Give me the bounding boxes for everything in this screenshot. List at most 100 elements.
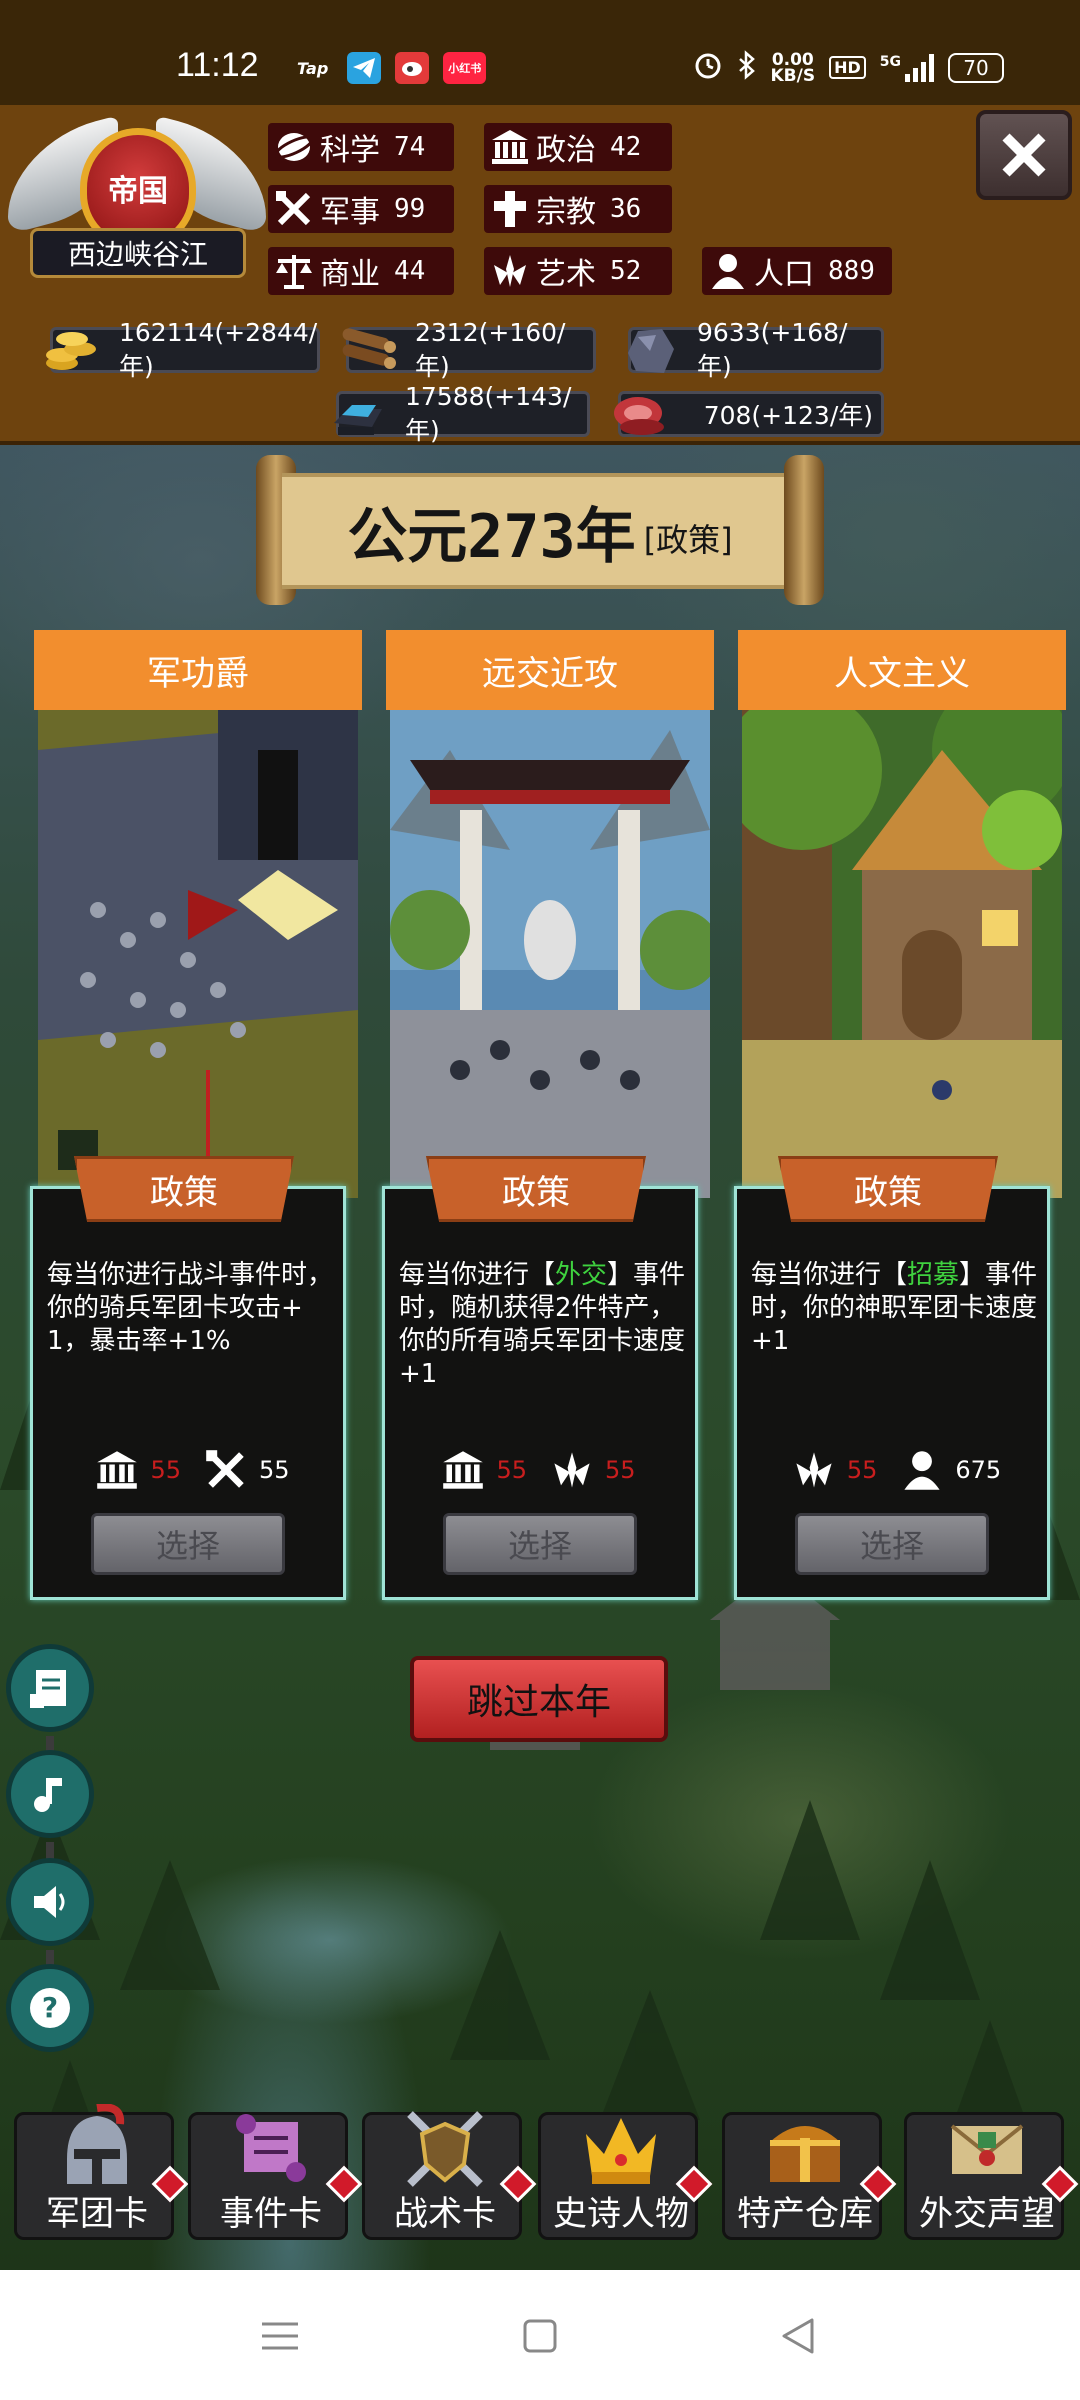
bottom-tab-bar: 军团卡 事件卡 战术卡 史诗人物 特产仓库 外交声望 [0, 2100, 1080, 2270]
card-title: 远交近攻 [386, 630, 714, 728]
stat-label: 宗教 [536, 195, 596, 230]
stat-religion: 宗教 36 [484, 185, 672, 233]
select-button[interactable]: 选择 [443, 1513, 637, 1575]
scroll-icon [221, 2101, 321, 2197]
home-nav-button[interactable] [518, 2314, 562, 2358]
system-status-bar: 11:12 Tap 小红书 0.00 KB/S HD 5G 70 [0, 0, 1080, 105]
envelope-icon [937, 2101, 1037, 2197]
select-button[interactable]: 选择 [795, 1513, 989, 1575]
menu-nav-button[interactable] [258, 2314, 302, 2358]
tab-epic-heroes[interactable]: 史诗人物 [538, 2112, 713, 2240]
resource-stone: 9633(+168/年) [628, 318, 884, 381]
battery-indicator: 70 [948, 52, 1004, 83]
tab-diplomatic-prestige[interactable]: 外交声望 [904, 2112, 1079, 2240]
xiaohongshu-icon: 小红书 [443, 52, 487, 84]
politics-icon [484, 123, 536, 171]
stat-value: 52 [610, 256, 642, 286]
resource-value: 708(+123/年) [703, 401, 873, 430]
stat-population: 人口 889 [702, 247, 892, 295]
stat-label: 政治 [536, 133, 596, 168]
art-icon [789, 1445, 839, 1495]
stat-value: 36 [610, 194, 642, 224]
signal-label: 5G [879, 53, 901, 70]
help-button[interactable]: ? [6, 1964, 94, 2052]
resource-value: 2312(+160/年) [415, 317, 566, 381]
science-icon [268, 123, 320, 171]
treasure-chest-icon [755, 2101, 855, 2197]
shield-swords-icon [395, 2101, 495, 2197]
scroll-paper: 公元273年 [政策] [282, 473, 798, 589]
hd-badge: HD [829, 56, 866, 79]
select-button[interactable]: 选择 [91, 1513, 285, 1575]
meat-icon [605, 382, 675, 448]
close-button[interactable] [976, 110, 1072, 200]
resource-value: 162114(+2844/年) [119, 317, 318, 381]
menu-icon [262, 2322, 298, 2350]
stat-label: 商业 [320, 257, 380, 292]
policy-tag: 政策 [74, 1156, 294, 1222]
population-icon [897, 1445, 947, 1495]
log-book-icon [30, 1670, 66, 1708]
music-button[interactable] [6, 1750, 94, 1838]
policy-costs: 55 55 [385, 1445, 701, 1495]
tab-event-cards[interactable]: 事件卡 [188, 2112, 363, 2240]
stat-politics: 政治 42 [484, 123, 672, 171]
stone-ore-icon [615, 318, 685, 384]
card-art-battle [38, 710, 358, 1198]
help-question-icon: ? [30, 1988, 70, 2028]
desc-highlight: 外交 [555, 1260, 608, 1290]
stat-science: 科学 74 [268, 123, 454, 171]
status-right-group: 0.00 KB/S HD 5G 70 [693, 50, 1004, 86]
back-triangle-icon [782, 2318, 814, 2354]
cost-value: 675 [955, 1456, 1002, 1484]
resource-gold: 162114(+2844/年) [46, 318, 320, 381]
clock: 11:12 [176, 46, 259, 84]
cell-signal-icon: 5G [879, 53, 934, 82]
card-art-gate [390, 710, 710, 1198]
art-icon [547, 1445, 597, 1495]
policy-description-box: 每当你进行【招募】事件时，你的神职军团卡速度+1 55 675 选择 [734, 1186, 1050, 1600]
wood-logs-icon [333, 318, 403, 384]
system-navigation-bar [0, 2270, 1080, 2400]
stat-label: 艺术 [536, 257, 596, 292]
resource-value: 17588(+143/年) [405, 381, 572, 445]
helmet-icon [47, 2101, 147, 2197]
empire-emblem[interactable]: 帝国 西边峡谷江 [8, 110, 266, 310]
back-nav-button[interactable] [776, 2314, 820, 2358]
skip-year-button[interactable]: 跳过本年 [410, 1656, 668, 1742]
policy-description: 每当你进行战斗事件时，你的骑兵军团卡攻击+1，暴击率+1% [47, 1259, 337, 1358]
net-speed: 0.00 KB/S [770, 51, 816, 86]
resource-value: 9633(+168/年) [697, 317, 848, 381]
policy-tag: 政策 [426, 1156, 646, 1222]
stat-label: 军事 [320, 195, 380, 230]
stat-value: 889 [828, 256, 875, 286]
stat-commerce: 商业 44 [268, 247, 454, 295]
resource-wood: 2312(+160/年) [342, 318, 596, 381]
tap-app-icon: Tap [297, 58, 329, 78]
desc-text: 每当你进行【 [751, 1260, 908, 1290]
policy-costs: 55 675 [737, 1445, 1053, 1495]
policy-costs: 55 55 [33, 1445, 349, 1495]
sound-button[interactable] [6, 1858, 94, 1946]
net-speed-unit: KB/S [770, 65, 816, 86]
cost-value: 55 [259, 1456, 290, 1484]
home-square-icon [523, 2319, 557, 2353]
policy-description-box: 每当你进行【外交】事件时，随机获得2件特产，你的所有骑兵军团卡速度+1 55 5… [382, 1186, 698, 1600]
current-year: 公元273年 [347, 501, 636, 572]
region-name: 西边峡谷江 [30, 228, 246, 278]
religion-icon [484, 185, 536, 233]
tab-tactic-cards[interactable]: 战术卡 [362, 2111, 537, 2240]
tab-legion-cards[interactable]: 军团卡 [14, 2104, 189, 2240]
gold-coins-icon [37, 318, 107, 384]
svg-text:?: ? [42, 1991, 58, 2024]
policy-description-box: 每当你进行战斗事件时，你的骑兵军团卡攻击+1，暴击率+1% 55 55 选择 [30, 1186, 346, 1600]
stat-label: 科学 [320, 133, 380, 168]
military-icon [201, 1445, 251, 1495]
log-book-button[interactable] [6, 1644, 94, 1732]
politics-icon [438, 1445, 488, 1495]
tab-specialty-storage[interactable]: 特产仓库 [722, 2112, 897, 2240]
policy-description: 每当你进行【外交】事件时，随机获得2件特产，你的所有骑兵军团卡速度+1 [399, 1259, 689, 1391]
cost-value: 55 [496, 1456, 527, 1484]
iron-ingot-icon [323, 382, 393, 448]
politics-icon [92, 1445, 142, 1495]
